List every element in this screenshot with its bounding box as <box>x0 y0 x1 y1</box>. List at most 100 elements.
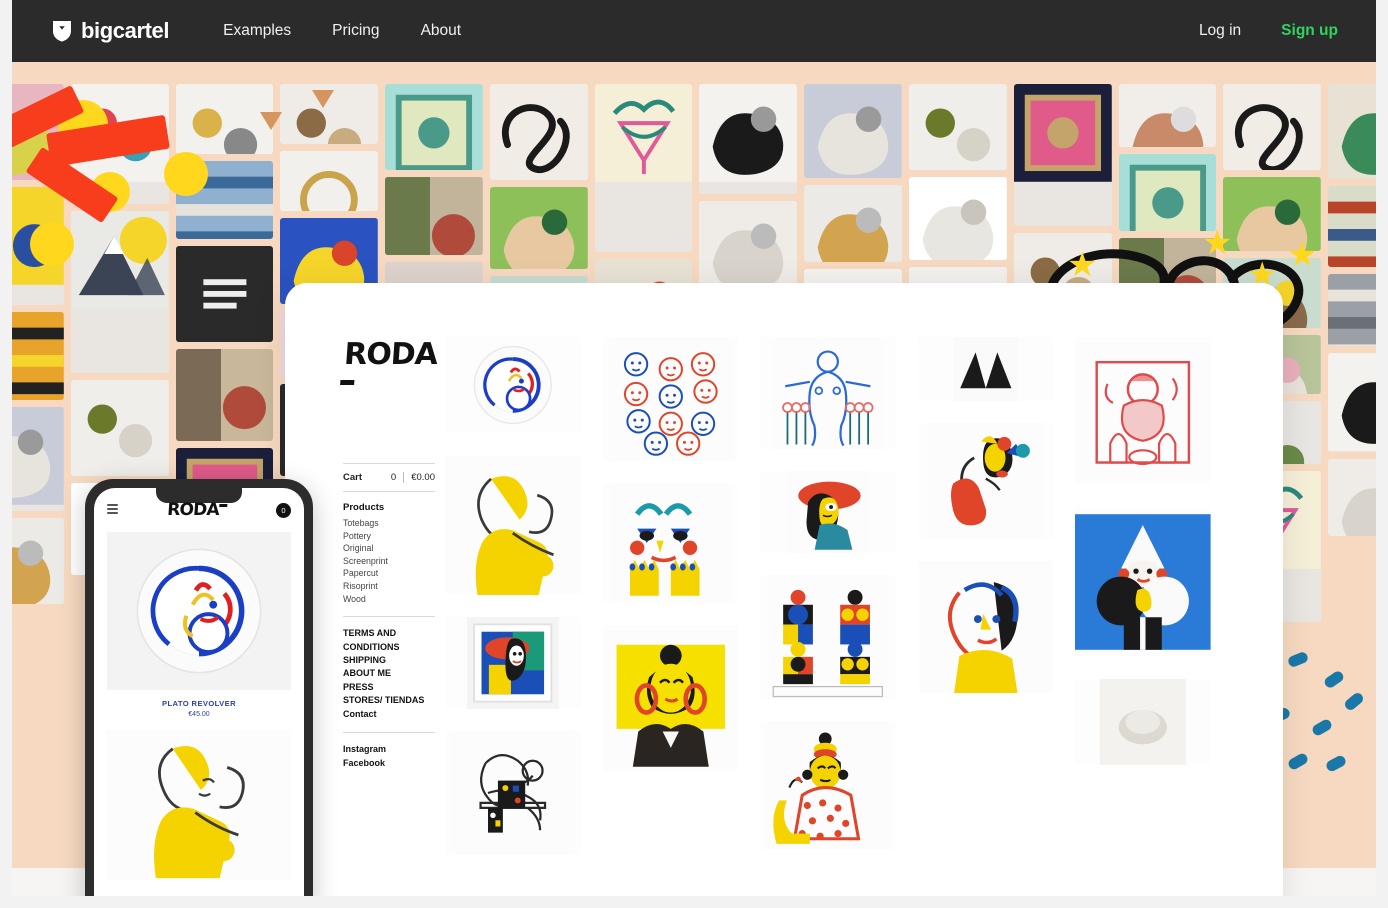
red-hand-face-print[interactable] <box>917 423 1054 539</box>
white-shirt-photo <box>1328 459 1376 536</box>
category-risoprint[interactable]: Risoprint <box>343 580 435 593</box>
blue-dash <box>1322 669 1346 690</box>
bigcartel-logo[interactable]: bigcartel <box>52 18 170 44</box>
category-wood[interactable]: Wood <box>343 593 435 606</box>
many-faces-red-blue-print[interactable] <box>602 337 739 461</box>
walnuts-photo <box>280 84 379 144</box>
page-stores-tiendas[interactable]: STORES/ TIENDAS <box>343 694 435 707</box>
hanging-plant-print-photo <box>594 84 693 252</box>
black-white-cone-hat-print[interactable] <box>1075 507 1211 657</box>
olives-marble-photo <box>70 380 169 476</box>
pins-enamel-photo <box>175 84 274 154</box>
blue-line-nude-flowers-print[interactable] <box>760 337 896 449</box>
black-triangles-print[interactable] <box>917 337 1054 401</box>
blue-eyes-yellow-hands-print[interactable] <box>602 483 739 603</box>
too-much-turtles-photo <box>1118 154 1217 231</box>
nav-link-examples[interactable]: Examples <box>223 22 291 40</box>
polka-dot-woman-print[interactable] <box>760 721 896 849</box>
plate-revolver-photo <box>107 532 291 690</box>
page-right-margin <box>1376 0 1388 908</box>
tshirt-all-this-and-more-photo <box>175 246 274 342</box>
yellow-hair-nude-print[interactable] <box>445 455 581 595</box>
village-illustration-photo <box>1328 84 1376 179</box>
plate-revolver-art[interactable] <box>445 337 581 433</box>
black-scribble-art-photo <box>1223 84 1322 170</box>
black-scribble-art-photo <box>489 84 588 180</box>
page-left-margin <box>0 0 12 908</box>
category-screenprint[interactable]: Screenprint <box>343 555 435 568</box>
phone-product-card[interactable]: PLATO REVOLVER €45.00 <box>107 532 291 718</box>
page-bottom-margin <box>0 896 1388 908</box>
ceramic-stack-photo <box>12 407 64 511</box>
hamburger-menu-icon[interactable] <box>107 504 118 516</box>
blue-dash <box>1286 650 1310 669</box>
store-pages-nav: TERMS AND CONDITIONS SHIPPING ABOUT ME P… <box>343 627 435 721</box>
login-link[interactable]: Log in <box>1199 22 1241 40</box>
shield-heart-icon <box>53 21 71 42</box>
phone-product-title: PLATO REVOLVER <box>162 699 236 708</box>
store-social-nav: Instagram Facebook <box>343 743 435 770</box>
nav-account-actions: Log in Sign up <box>1199 22 1338 40</box>
sidebar-divider <box>343 732 435 733</box>
pompom-earrings-photo <box>70 84 169 204</box>
yellow-bun-earrings-print[interactable] <box>602 625 739 773</box>
social-facebook[interactable]: Facebook <box>343 757 435 771</box>
category-totebags[interactable]: Totebags <box>343 517 435 530</box>
too-much-turtles-photo <box>385 84 483 170</box>
page-contact[interactable]: Contact <box>343 708 435 721</box>
cart-total: €0.00 <box>411 472 435 483</box>
page-terms-and[interactable]: TERMS AND <box>343 627 435 640</box>
ink-portrait-photo <box>699 84 798 194</box>
flowers-bouquet-photo <box>12 84 64 180</box>
store-logo-dash <box>340 380 355 385</box>
desert-bench-photo <box>175 349 274 441</box>
social-instagram[interactable]: Instagram <box>343 743 435 757</box>
cart-label: Cart <box>343 472 363 483</box>
red-hat-portrait-print[interactable] <box>760 471 896 553</box>
page-shipping[interactable]: SHIPPING <box>343 654 435 667</box>
category-papercut[interactable]: Papercut <box>343 567 435 580</box>
blue-dash <box>1310 717 1334 738</box>
page-root: jewelry, and other weird and wonderful s… <box>0 0 1388 908</box>
cart-quantity: 0 <box>391 472 405 483</box>
white-shirt-photo <box>699 201 798 287</box>
store-logo[interactable]: RODA <box>340 337 439 407</box>
four-figures-poster[interactable] <box>760 575 896 699</box>
forest-sunset-photo <box>385 177 483 255</box>
hand-earrings-photo <box>804 185 903 262</box>
phone-product-price: €45.00 <box>188 711 210 718</box>
phone-logo-dash <box>219 504 228 507</box>
yellow-hair-nude-print[interactable] <box>107 730 291 880</box>
tablet-mockup: RODA Cart 0 €0.00 Products Totebags Pott… <box>285 283 1283 908</box>
store-logo-text: RODA <box>343 337 439 372</box>
phone-store-logo[interactable]: RODA <box>117 500 276 520</box>
cart-summary[interactable]: Cart 0 €0.00 <box>343 464 435 492</box>
blue-dash <box>1286 751 1310 772</box>
page-about-me[interactable]: ABOUT ME <box>343 667 435 680</box>
nav-link-pricing[interactable]: Pricing <box>332 22 379 40</box>
tiger-print-photo <box>12 312 64 400</box>
signup-button[interactable]: Sign up <box>1281 22 1338 40</box>
olives-marble-photo <box>909 84 1007 170</box>
category-original[interactable]: Original <box>343 542 435 555</box>
line-drawing-woman-print[interactable] <box>445 731 581 855</box>
gold-bangle-photo <box>280 151 379 211</box>
grey-object-print[interactable] <box>1075 679 1211 765</box>
ceramic-dishes-photo <box>909 177 1007 260</box>
phone-cart-badge[interactable]: 0 <box>276 502 291 518</box>
products-heading: Products <box>343 502 385 513</box>
store-product-grid <box>445 337 1283 908</box>
blue-dash <box>1324 753 1348 774</box>
framed-print-pink-photo <box>1013 84 1112 226</box>
blue-curves-face-print[interactable] <box>917 561 1054 693</box>
category-pottery[interactable]: Pottery <box>343 530 435 543</box>
hand-earrings-photo <box>12 518 64 604</box>
page-conditions[interactable]: CONDITIONS <box>343 641 435 654</box>
framed-red-blue-portrait[interactable] <box>445 617 581 709</box>
page-press[interactable]: PRESS <box>343 681 435 694</box>
denim-jacket-patch-photo <box>175 161 274 239</box>
blue-dash <box>1342 690 1366 713</box>
red-line-interior-print[interactable] <box>1075 337 1211 485</box>
yellow-star-decoration: ★ <box>1067 246 1098 284</box>
nav-link-about[interactable]: About <box>421 22 462 40</box>
